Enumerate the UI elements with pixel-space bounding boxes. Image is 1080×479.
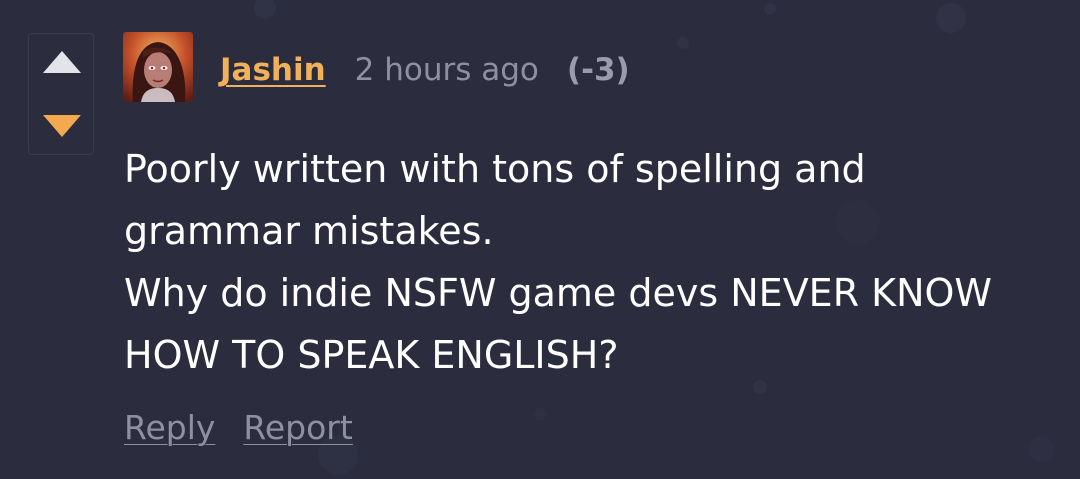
comment-paragraph: Why do indie NSFW game devs NEVER KNOW H… xyxy=(124,271,993,377)
comment-body: Poorly written with tons of spelling and… xyxy=(124,138,1024,386)
comment-score: (-3) xyxy=(566,52,630,88)
downvote-button[interactable] xyxy=(41,112,83,140)
triangle-up-icon xyxy=(43,51,81,73)
report-link[interactable]: Report xyxy=(243,408,352,447)
avatar-portrait-icon xyxy=(123,32,193,102)
author-link[interactable]: Jashin xyxy=(220,52,326,88)
comment-paragraph: Poorly written with tons of spelling and… xyxy=(124,147,866,253)
comment-actions: Reply Report xyxy=(124,408,353,447)
triangle-down-icon xyxy=(43,115,81,137)
user-avatar[interactable] xyxy=(123,32,193,102)
comment-header: Jashin 2 hours ago (-3) xyxy=(220,46,630,94)
vote-controls xyxy=(28,33,94,155)
upvote-button[interactable] xyxy=(41,48,83,76)
timestamp: 2 hours ago xyxy=(354,52,539,88)
reply-link[interactable]: Reply xyxy=(124,408,215,447)
